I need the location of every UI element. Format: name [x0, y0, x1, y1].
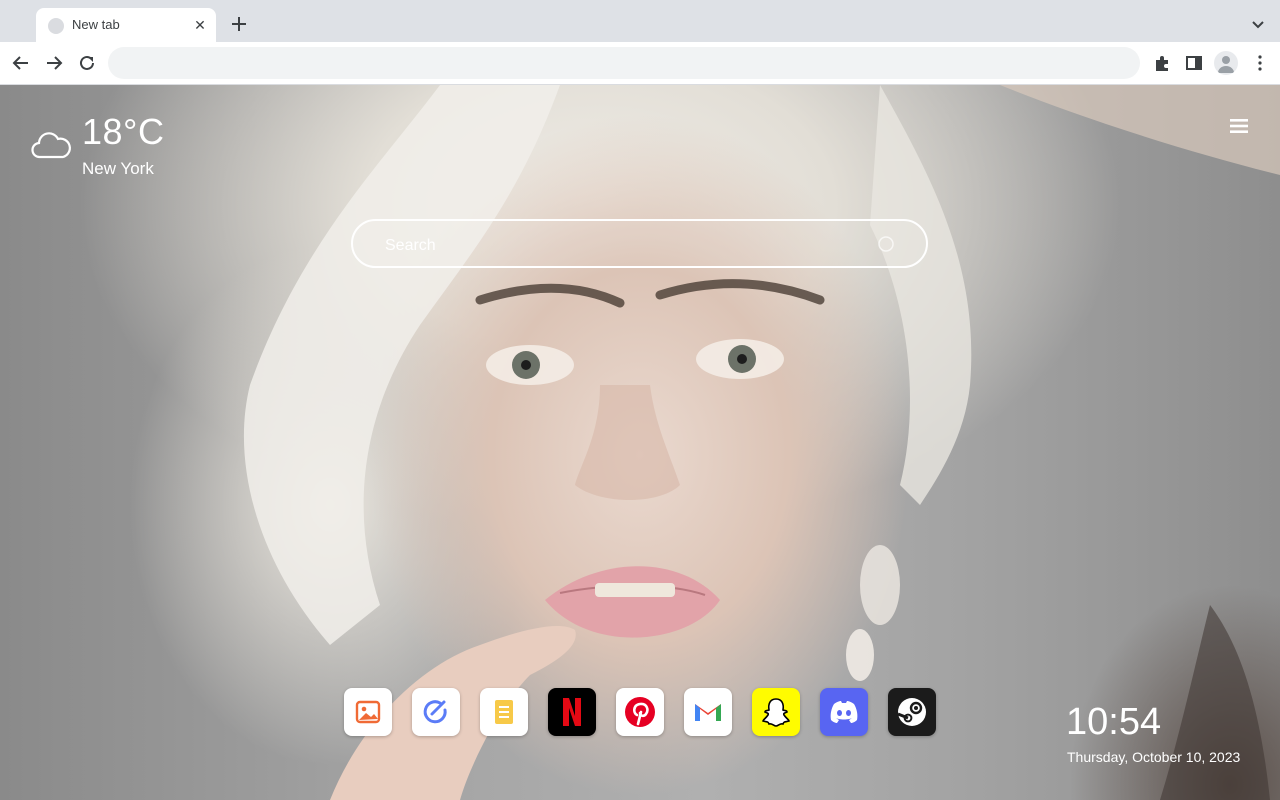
profile-icon[interactable] [1214, 51, 1238, 75]
steam-icon [897, 698, 926, 726]
discord-app[interactable] [820, 688, 868, 736]
tab-new-tab[interactable]: New tab ✕ [36, 8, 216, 42]
reload-icon[interactable] [76, 52, 98, 74]
gmail-icon [695, 704, 721, 721]
weather-city: New York [82, 159, 154, 178]
tab-search-icon[interactable] [1248, 14, 1268, 34]
app-dock [344, 688, 944, 736]
cloud-icon [31, 132, 71, 159]
pinterest-app[interactable] [616, 688, 664, 736]
tab-favicon-icon [48, 18, 64, 34]
netflix-icon [563, 698, 581, 726]
search-icon[interactable] [877, 235, 897, 255]
photos-app[interactable] [344, 688, 392, 736]
search-input[interactable] [383, 233, 867, 259]
address-bar[interactable] [108, 47, 1140, 79]
notes-app[interactable] [480, 688, 528, 736]
clock-time: 10:54 [1066, 701, 1162, 743]
back-icon[interactable] [10, 52, 32, 74]
toolbar [0, 42, 1280, 85]
side-panel-icon[interactable] [1183, 52, 1205, 74]
forward-icon[interactable] [43, 52, 65, 74]
discord-icon [830, 701, 858, 723]
new-tab-icon[interactable] [228, 13, 250, 35]
snapchat-app[interactable] [752, 688, 800, 736]
menu-icon[interactable] [1228, 117, 1250, 135]
extensions-icon[interactable] [1151, 52, 1173, 74]
photos-icon [355, 700, 381, 724]
pinterest-icon [625, 697, 655, 727]
more-icon[interactable] [1249, 52, 1271, 74]
steam-app[interactable] [888, 688, 936, 736]
tasks-app[interactable] [412, 688, 460, 736]
new-tab-page: 18°C New York Search 10:54 Thursday, Oct… [0, 85, 1280, 800]
gmail-app[interactable] [684, 688, 732, 736]
tab-title: New tab [72, 17, 120, 32]
clock-date: Thursday, October 10, 2023 [1067, 749, 1241, 765]
netflix-app[interactable] [548, 688, 596, 736]
search-box[interactable] [351, 219, 928, 268]
tab-strip: New tab ✕ [0, 0, 1280, 42]
notes-icon [495, 700, 513, 724]
snapchat-icon [762, 698, 790, 727]
weather-temperature: 18°C [82, 111, 165, 152]
tab-close-button[interactable]: ✕ [190, 15, 210, 35]
tasks-icon [423, 700, 447, 724]
